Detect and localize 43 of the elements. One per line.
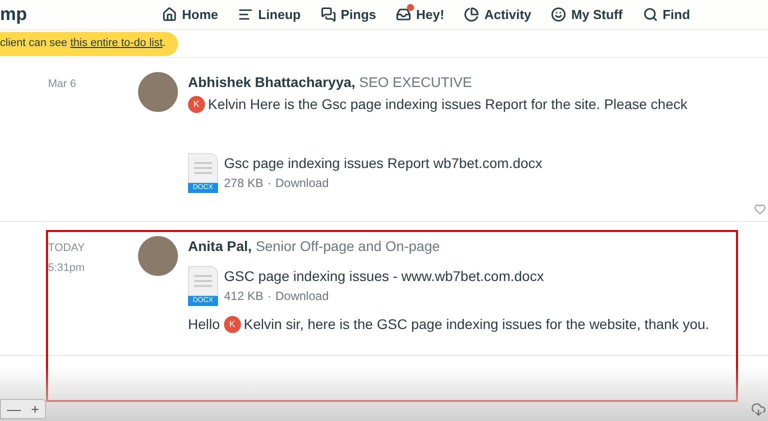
inbox-icon bbox=[396, 7, 412, 22]
notice-text: client can see this entire to-do list. bbox=[0, 36, 166, 52]
pie-icon bbox=[464, 7, 480, 22]
nav-link[interactable]: Find bbox=[642, 4, 690, 24]
author-name: Abhishek Bhattacharyya, bbox=[188, 73, 356, 92]
file-name[interactable]: GSC page indexing issues - www.wb7bet.com.docx bbox=[224, 266, 544, 286]
message-text: Hello bbox=[188, 315, 221, 334]
zoom-in-button[interactable]: + bbox=[31, 398, 40, 420]
author-name: Anita Pal, bbox=[188, 237, 253, 256]
mention-avatar: K bbox=[224, 316, 241, 333]
author-role: SEO EXECUTIVE bbox=[359, 73, 472, 92]
nav-link[interactable]: Activity bbox=[464, 4, 532, 24]
boost-icon[interactable] bbox=[754, 203, 766, 215]
todo-list-link[interactable]: this entire to-do list bbox=[70, 37, 163, 50]
author-role: Senior Off-page and On-page bbox=[256, 237, 440, 256]
separator-dot: · bbox=[267, 175, 272, 192]
nav-link[interactable]: My Stuff bbox=[551, 4, 623, 24]
date-label: TODAY bbox=[48, 241, 86, 256]
nav-link[interactable]: Hey! bbox=[396, 4, 444, 24]
zoom-out-button[interactable]: — bbox=[7, 398, 21, 420]
nav-link[interactable]: Pings bbox=[320, 4, 376, 24]
logo-text: mp bbox=[0, 3, 28, 26]
separator-dot: · bbox=[267, 288, 272, 305]
avatar bbox=[138, 72, 178, 112]
file-size: 278 KB bbox=[224, 175, 264, 192]
date-label: Mar 6 bbox=[48, 77, 78, 92]
nav-link[interactable]: Home bbox=[162, 4, 218, 24]
time-label: 5:31pm bbox=[48, 261, 86, 276]
avatar bbox=[138, 236, 178, 276]
mention-avatar: K bbox=[188, 96, 205, 113]
message-text: Kelvin Here is the Gsc page indexing issues Report for the site. Please check bbox=[208, 95, 688, 114]
nav-link[interactable]: Lineup bbox=[238, 4, 301, 24]
search-icon bbox=[642, 7, 658, 22]
download-link[interactable]: Download bbox=[275, 173, 329, 193]
smiley-icon bbox=[551, 7, 566, 22]
chat-bubbles-icon bbox=[320, 7, 336, 22]
download-link[interactable]: Download bbox=[275, 286, 329, 306]
file-name[interactable]: Gsc page indexing issues Report wb7bet.com.docx bbox=[224, 153, 542, 173]
message-text: Kelvin sir, here is the GSC page indexing issues for the website, thank you. bbox=[244, 315, 710, 334]
file-size: 412 KB bbox=[224, 288, 264, 305]
lines-icon bbox=[238, 7, 254, 22]
home-icon bbox=[162, 7, 177, 22]
cloud-download-icon[interactable] bbox=[751, 402, 766, 417]
